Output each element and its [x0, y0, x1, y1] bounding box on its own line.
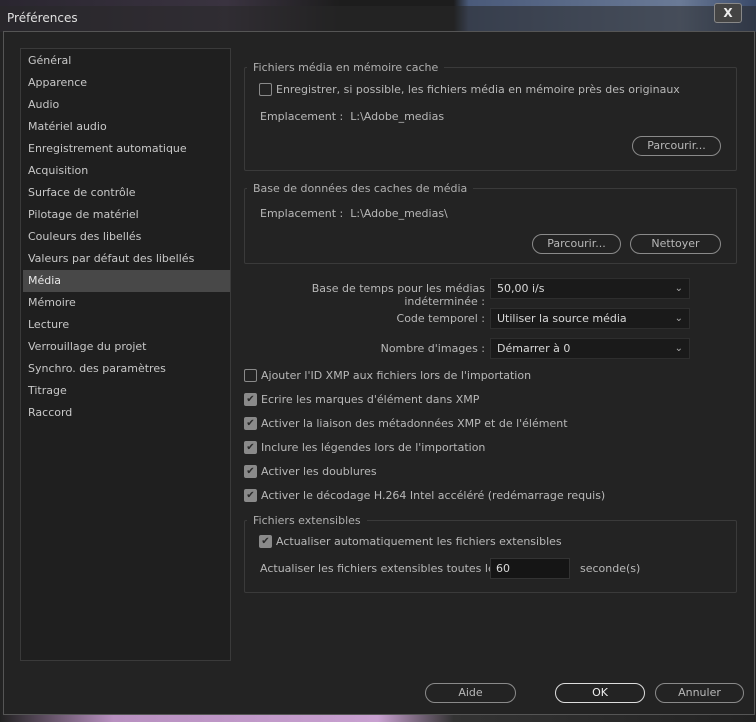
cache-location: Emplacement : L:\Adobe_medias [260, 110, 444, 123]
sidebar-item[interactable]: Audio [23, 94, 230, 116]
checkbox-box[interactable] [244, 368, 257, 382]
sidebar-item[interactable]: Synchro. des paramètres [23, 358, 230, 380]
checkbox-label: Activer les doublures [261, 464, 377, 478]
checkbox-box[interactable]: ✔ [259, 534, 272, 548]
db-location: Emplacement : L:\Adobe_medias\ [260, 207, 448, 220]
growing-files-group [244, 520, 737, 593]
checkbox-label: Activer le décodage H.264 Intel accéléré… [261, 488, 606, 502]
growing-files-title: Fichiers extensibles [247, 514, 367, 527]
sidebar-item[interactable]: Couleurs des libellés [23, 226, 230, 248]
check-icon: ✔ [246, 393, 255, 405]
sidebar-item[interactable]: Général [23, 50, 230, 72]
dropdown-value: Utiliser la source média [497, 312, 627, 325]
timecode-dropdown[interactable]: Utiliser la source média ⌄ [490, 308, 690, 329]
chevron-down-icon: ⌄ [674, 313, 683, 324]
checkbox-label: Ecrire les marques d'élément dans XMP [261, 392, 480, 406]
sidebar-item[interactable]: Matériel audio [23, 116, 230, 138]
timebase-dropdown[interactable]: 50,00 i/s ⌄ [490, 278, 690, 299]
chevron-down-icon: ⌄ [674, 283, 683, 294]
window-title: Préférences [7, 11, 78, 25]
media-option-checkbox[interactable]: ✔ Inclure les légendes lors de l'importat… [244, 438, 485, 456]
preferences-sidebar: Général Apparence Audio Matériel audio Enreg… [20, 48, 231, 661]
sidebar-item[interactable]: Média [23, 270, 230, 292]
frame-count-label: Nombre d'images : [380, 342, 485, 355]
location-value: L:\Adobe_medias [350, 110, 445, 123]
checkbox-box[interactable]: ✔ [244, 488, 257, 502]
checkbox-box[interactable]: ✔ [244, 416, 257, 430]
checkbox-label: Activer la liaison des métadonnées XMP e… [261, 416, 568, 430]
media-option-checkbox[interactable]: Ajouter l'ID XMP aux fichiers lors de l'… [244, 366, 531, 384]
sidebar-item[interactable]: Enregistrement automatique [23, 138, 230, 160]
check-icon: ✔ [246, 441, 255, 453]
location-label: Emplacement : [260, 207, 344, 220]
checkbox-box[interactable]: ✔ [244, 440, 257, 454]
media-option-checkbox[interactable]: ✔ Activer le décodage H.264 Intel accélér… [244, 486, 605, 504]
cache-browse-button[interactable]: Parcourir... [632, 136, 721, 156]
dropdown-value: 50,00 i/s [497, 282, 545, 295]
checkbox-box[interactable]: ✔ [244, 464, 257, 478]
chevron-down-icon: ⌄ [674, 343, 683, 354]
sidebar-item[interactable]: Valeurs par défaut des libellés [23, 248, 230, 270]
save-cache-near-originals-checkbox[interactable]: Enregistrer, si possible, les fichiers m… [259, 80, 680, 98]
refresh-interval-input[interactable]: 60 [490, 558, 570, 579]
cancel-button[interactable]: Annuler [655, 683, 744, 703]
media-option-checkbox[interactable]: ✔ Activer les doublures [244, 462, 377, 480]
check-icon: ✔ [246, 465, 255, 477]
db-browse-button[interactable]: Parcourir... [532, 234, 621, 254]
sidebar-item[interactable]: Pilotage de matériel [23, 204, 230, 226]
timecode-label: Code temporel : [396, 312, 485, 325]
checkbox-box[interactable] [259, 82, 272, 96]
refresh-interval-unit: seconde(s) [580, 562, 641, 575]
sidebar-item[interactable]: Apparence [23, 72, 230, 94]
sidebar-item[interactable]: Surface de contrôle [23, 182, 230, 204]
auto-refresh-growing-checkbox[interactable]: ✔ Actualiser automatiquement les fichier… [259, 532, 562, 550]
clean-button[interactable]: Nettoyer [630, 234, 721, 254]
ok-button[interactable]: OK [555, 683, 645, 703]
sidebar-item[interactable]: Acquisition [23, 160, 230, 182]
title-bar [0, 6, 756, 32]
check-icon: ✔ [246, 489, 255, 501]
frame-count-dropdown[interactable]: Démarrer à 0 ⌄ [490, 338, 690, 359]
sidebar-item[interactable]: Raccord [23, 402, 230, 424]
checkbox-label: Enregistrer, si possible, les fichiers m… [276, 82, 680, 96]
sidebar-item[interactable]: Mémoire [23, 292, 230, 314]
check-icon: ✔ [246, 417, 255, 429]
help-button[interactable]: Aide [425, 683, 516, 703]
checkbox-label: Actualiser automatiquement les fichiers … [276, 534, 562, 548]
checkbox-label: Inclure les légendes lors de l'importati… [261, 440, 486, 454]
sidebar-item[interactable]: Titrage [23, 380, 230, 402]
sidebar-item[interactable]: Verrouillage du projet [23, 336, 230, 358]
refresh-interval-label: Actualiser les fichiers extensibles tout… [260, 562, 501, 575]
media-option-checkbox[interactable]: ✔ Ecrire les marques d'élément dans XMP [244, 390, 479, 408]
timebase-label: Base de temps pour les médias indétermin… [311, 282, 485, 308]
sidebar-item[interactable]: Lecture [23, 314, 230, 336]
check-icon: ✔ [261, 535, 270, 547]
checkbox-box[interactable]: ✔ [244, 392, 257, 406]
location-value: L:\Adobe_medias\ [350, 207, 448, 220]
dropdown-value: Démarrer à 0 [497, 342, 571, 355]
media-option-checkbox[interactable]: ✔ Activer la liaison des métadonnées XMP … [244, 414, 568, 432]
checkbox-label: Ajouter l'ID XMP aux fichiers lors de l'… [261, 368, 532, 382]
media-cache-db-title: Base de données des caches de média [247, 182, 474, 195]
close-button[interactable]: X [714, 3, 742, 23]
location-label: Emplacement : [260, 110, 344, 123]
media-cache-title: Fichiers média en mémoire cache [247, 61, 445, 74]
